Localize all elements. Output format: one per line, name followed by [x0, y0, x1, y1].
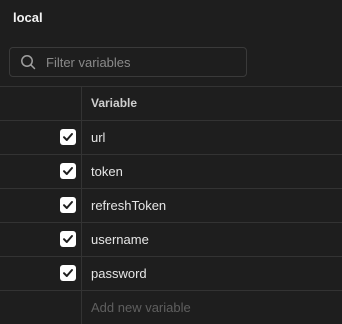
variable-enabled-checkbox[interactable]	[60, 163, 76, 179]
table-row: username	[0, 222, 342, 256]
table-row: refreshToken	[0, 188, 342, 222]
table-row: url	[0, 120, 342, 154]
table-row: password	[0, 256, 342, 290]
filter-variables-input[interactable]	[46, 48, 241, 76]
variables-table: Variable url token refreshToken username…	[0, 86, 342, 324]
check-icon	[63, 133, 73, 141]
variable-column-header: Variable	[91, 96, 138, 110]
variable-name[interactable]: password	[91, 266, 147, 281]
table-header-row: Variable	[0, 86, 342, 120]
filter-variables-box[interactable]	[9, 47, 247, 77]
column-divider	[81, 223, 82, 256]
variable-enabled-checkbox[interactable]	[60, 197, 76, 213]
variable-name[interactable]: username	[91, 232, 149, 247]
variable-name[interactable]: url	[91, 130, 105, 145]
column-divider	[81, 257, 82, 290]
check-icon	[63, 235, 73, 243]
add-variable-row: Add new variable	[0, 290, 342, 324]
column-divider	[81, 291, 82, 324]
environment-title: local	[13, 10, 43, 25]
column-divider	[81, 121, 82, 154]
add-new-variable-input[interactable]: Add new variable	[91, 300, 191, 315]
check-icon	[63, 269, 73, 277]
variable-name[interactable]: refreshToken	[91, 198, 166, 213]
table-row: token	[0, 154, 342, 188]
column-divider	[81, 155, 82, 188]
variable-enabled-checkbox[interactable]	[60, 231, 76, 247]
check-icon	[63, 167, 73, 175]
variable-enabled-checkbox[interactable]	[60, 265, 76, 281]
column-divider	[81, 189, 82, 222]
check-icon	[63, 201, 73, 209]
search-icon	[20, 54, 36, 70]
column-divider	[81, 87, 82, 120]
variable-enabled-checkbox[interactable]	[60, 129, 76, 145]
variable-name[interactable]: token	[91, 164, 123, 179]
